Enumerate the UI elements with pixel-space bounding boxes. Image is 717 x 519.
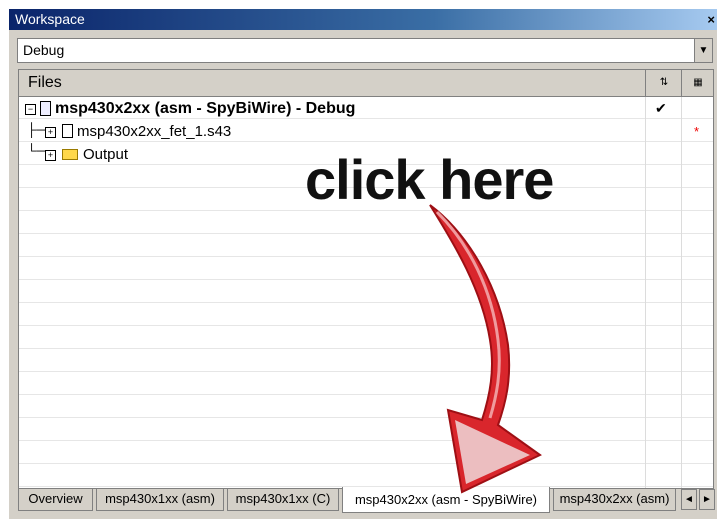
red-arrow-annotation [429, 204, 542, 494]
